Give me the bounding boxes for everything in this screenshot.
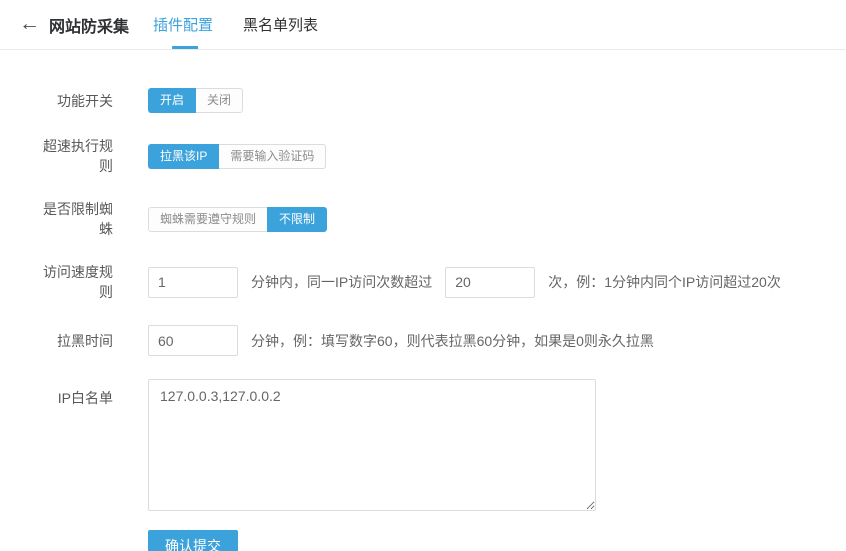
field-label-speed-rule: 访问速度规则: [30, 262, 113, 302]
tab-plugin-config[interactable]: 插件配置: [153, 0, 213, 49]
form-row-overspeed-rule: 超速执行规则 拉黑该IP 需要输入验证码: [30, 136, 846, 176]
tab-label: 插件配置: [153, 14, 213, 35]
form-row-function-switch: 功能开关 开启 关闭: [30, 88, 846, 113]
speed-rule-controls: 分钟内，同一IP访问次数超过 次，例：1分钟内同个IP访问超过20次: [148, 267, 781, 298]
back-icon[interactable]: ←: [19, 13, 40, 36]
anti-scrape-settings-page: ← 网站防采集 插件配置 黑名单列表 功能开关 开启 关闭 超速执行规则 拉黑该…: [0, 0, 846, 551]
form-row-spider-limit: 是否限制蜘蛛 蜘蛛需要遵守规则 不限制: [30, 199, 846, 239]
option-enable-button[interactable]: 开启: [148, 88, 196, 113]
field-label-blacklist-duration: 拉黑时间: [30, 331, 113, 351]
header: ← 网站防采集 插件配置 黑名单列表: [0, 0, 846, 50]
function-switch-group: 开启 关闭: [148, 88, 243, 113]
field-label-ip-whitelist: IP白名单: [30, 379, 113, 408]
tab-label: 黑名单列表: [243, 14, 318, 35]
spider-limit-group: 蜘蛛需要遵守规则 不限制: [148, 207, 327, 232]
tab-bar: 插件配置 黑名单列表: [153, 0, 348, 49]
option-disable-button[interactable]: 关闭: [195, 88, 243, 113]
form-row-blacklist-duration: 拉黑时间 分钟，例：填写数字60，则代表拉黑60分钟，如果是0则永久拉黑: [30, 325, 846, 356]
blacklist-minutes-input[interactable]: [148, 325, 238, 356]
option-no-limit-button[interactable]: 不限制: [267, 207, 327, 232]
confirm-submit-button[interactable]: 确认提交: [148, 530, 238, 551]
speed-rule-example-text: 次，例：1分钟内同个IP访问超过20次: [548, 272, 781, 292]
option-captcha-button[interactable]: 需要输入验证码: [218, 144, 326, 169]
form-row-ip-whitelist: IP白名单 127.0.0.3,127.0.0.2: [30, 379, 846, 509]
field-label-spider-limit: 是否限制蜘蛛: [30, 199, 113, 239]
ip-whitelist-textarea[interactable]: 127.0.0.3,127.0.0.2: [148, 379, 596, 511]
tab-blacklist[interactable]: 黑名单列表: [243, 0, 318, 49]
active-tab-indicator: [172, 46, 198, 49]
field-label-overspeed-rule: 超速执行规则: [30, 136, 113, 176]
field-label-function-switch: 功能开关: [30, 91, 113, 111]
settings-form: 功能开关 开启 关闭 超速执行规则 拉黑该IP 需要输入验证码 是否限制蜘蛛 蜘…: [0, 50, 846, 551]
option-blacklist-ip-button[interactable]: 拉黑该IP: [148, 144, 219, 169]
blacklist-duration-example-text: 分钟，例：填写数字60，则代表拉黑60分钟，如果是0则永久拉黑: [251, 331, 654, 351]
blacklist-duration-controls: 分钟，例：填写数字60，则代表拉黑60分钟，如果是0则永久拉黑: [148, 325, 654, 356]
page-title: 网站防采集: [49, 13, 129, 37]
overspeed-rule-group: 拉黑该IP 需要输入验证码: [148, 144, 326, 169]
visit-count-input[interactable]: [445, 267, 535, 298]
option-spider-obey-rules-button[interactable]: 蜘蛛需要遵守规则: [148, 207, 268, 232]
form-row-speed-rule: 访问速度规则 分钟内，同一IP访问次数超过 次，例：1分钟内同个IP访问超过20…: [30, 262, 846, 302]
submit-row: 确认提交: [148, 530, 846, 551]
minutes-window-input[interactable]: [148, 267, 238, 298]
speed-rule-text-1: 分钟内，同一IP访问次数超过: [251, 272, 432, 292]
